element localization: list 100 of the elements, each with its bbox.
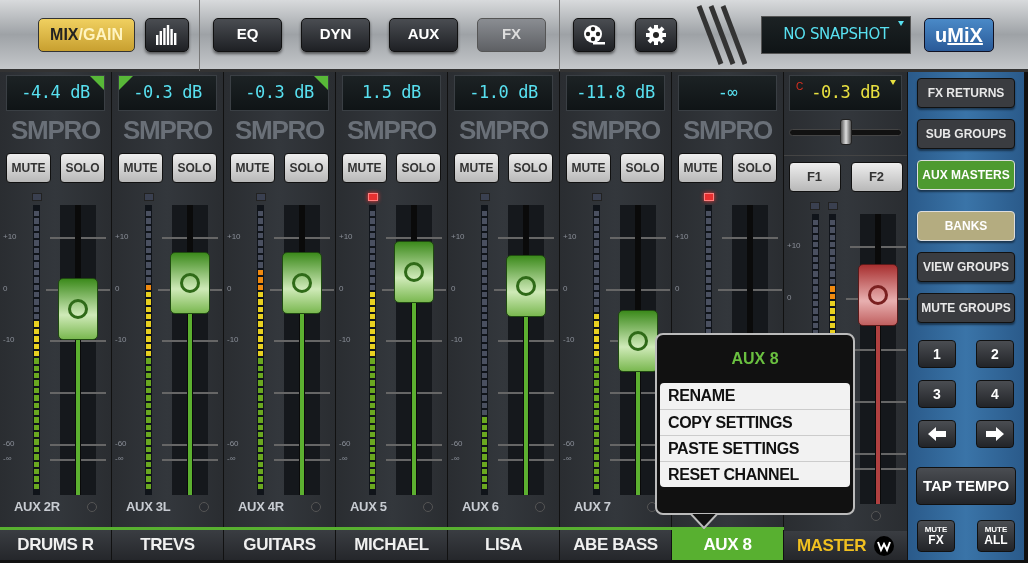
scale-label: -60: [227, 440, 239, 448]
fader-knob[interactable]: [170, 252, 210, 315]
mute-button[interactable]: MUTE: [566, 153, 611, 183]
meters-button[interactable]: [145, 17, 189, 52]
aux-label: AUX 4R: [238, 498, 284, 517]
mix-gain-button[interactable]: MIX/GAIN: [38, 17, 135, 52]
scale-label: -10: [563, 336, 575, 344]
group-button[interactable]: FX RETURNS: [917, 78, 1015, 108]
scale-label: 0: [227, 285, 232, 293]
group-button[interactable]: SUB GROUPS: [917, 119, 1015, 149]
fader-knob[interactable]: [394, 240, 434, 303]
solo-button[interactable]: SOLO: [284, 153, 329, 183]
right-arrow-icon: [986, 427, 1004, 441]
group-button[interactable]: VIEW GROUPS: [917, 252, 1015, 282]
scenes-button[interactable]: [573, 17, 615, 52]
level-readout: -0.3 dB: [811, 81, 880, 105]
bank-button[interactable]: 4: [976, 380, 1014, 408]
scale-label: -10: [339, 336, 351, 344]
scale-label: 0: [675, 285, 680, 293]
f2-button[interactable]: F2: [850, 162, 903, 192]
fader-knob[interactable]: [506, 255, 546, 318]
scale-label: +10: [227, 233, 241, 241]
scale-label: -60: [451, 440, 463, 448]
solo-button[interactable]: SOLO: [60, 153, 105, 183]
level-readout: -0.3 dB: [133, 81, 202, 105]
group-button[interactable]: MUTE GROUPS: [917, 293, 1015, 323]
clip-led: [828, 202, 838, 210]
level-readout: -1.0 dB: [469, 81, 538, 105]
scale-label: -60: [115, 440, 127, 448]
app-logo: uMiX: [924, 17, 994, 52]
scale-label: -10: [3, 336, 15, 344]
solo-button[interactable]: SOLO: [172, 153, 217, 183]
slash-lines-icon: [695, 3, 747, 66]
previous-button[interactable]: [918, 420, 956, 448]
dropdown-caret-icon: [890, 80, 896, 85]
popup-title: AUX 8: [731, 349, 779, 369]
brand-logo: SMPRO: [683, 113, 772, 147]
settings-button[interactable]: [635, 17, 677, 52]
channel-mark: C: [796, 80, 804, 94]
dropdown-caret-icon: [898, 20, 904, 26]
mute-button[interactable]: MUTE: [6, 153, 51, 183]
tap-tempo-button[interactable]: TAP TEMPO: [916, 467, 1016, 505]
fader-knob[interactable]: [618, 310, 658, 373]
view-tab[interactable]: EQ: [213, 17, 282, 52]
brand-logo: SMPRO: [347, 113, 436, 147]
scale-label: 0: [787, 294, 792, 302]
scale-label: -10: [451, 336, 463, 344]
scale-label: -∞: [227, 455, 236, 463]
scale-label: +10: [339, 233, 353, 241]
f1-button[interactable]: F1: [788, 162, 841, 192]
mute-button[interactable]: MUTE: [678, 153, 723, 183]
brand-logo: SMPRO: [123, 113, 212, 147]
clip-led: [810, 202, 820, 210]
level-readout: 1.5 dB: [362, 81, 421, 105]
channel-name-tab[interactable]: ABE BASS: [560, 530, 672, 560]
view-tab[interactable]: DYN: [301, 17, 370, 52]
channel-name-tab[interactable]: MICHAEL: [336, 530, 448, 560]
pan-knob[interactable]: [839, 119, 852, 145]
solo-button[interactable]: SOLO: [508, 153, 553, 183]
pan-slider[interactable]: [789, 119, 902, 145]
bank-button[interactable]: 3: [918, 380, 956, 408]
mute-fx-button[interactable]: MUTE FX: [917, 520, 955, 552]
menu-item[interactable]: RESET CHANNEL: [660, 461, 850, 487]
channel-name-tab[interactable]: DRUMS R: [0, 530, 112, 560]
channel-name-tab[interactable]: TREVS: [112, 530, 224, 560]
fader-knob[interactable]: [858, 264, 898, 327]
group-button[interactable]: AUX MASTERS: [917, 160, 1015, 190]
menu-item[interactable]: RENAME: [660, 383, 850, 409]
next-button[interactable]: [976, 420, 1014, 448]
mute-button[interactable]: MUTE: [118, 153, 163, 183]
fader-knob[interactable]: [58, 278, 98, 341]
snapshot-display[interactable]: NO SNAPSHOT: [761, 15, 911, 54]
channel-name-tab[interactable]: LISA: [448, 530, 560, 560]
scale-label: 0: [451, 285, 456, 293]
bar-graph-icon: [156, 24, 178, 45]
level-readout: -0.3 dB: [245, 81, 314, 105]
scale-label: -∞: [339, 455, 348, 463]
mute-button[interactable]: MUTE: [230, 153, 275, 183]
menu-item[interactable]: COPY SETTINGS: [660, 409, 850, 435]
solo-button[interactable]: SOLO: [620, 153, 665, 183]
mute-button[interactable]: MUTE: [454, 153, 499, 183]
scale-label: +10: [563, 233, 577, 241]
fader-knob[interactable]: [282, 252, 322, 315]
bank-button[interactable]: 2: [976, 340, 1014, 368]
scale-label: +10: [115, 233, 129, 241]
scale-label: -∞: [115, 455, 124, 463]
level-readout: -4.4 dB: [21, 81, 90, 105]
bank-button[interactable]: 1: [918, 340, 956, 368]
mute-button[interactable]: MUTE: [342, 153, 387, 183]
mute-all-button[interactable]: MUTE ALL: [977, 520, 1015, 552]
channel-name-tab[interactable]: GUITARS: [224, 530, 336, 560]
solo-button[interactable]: SOLO: [396, 153, 441, 183]
master-label: MASTER: [796, 534, 867, 557]
scale-label: -60: [563, 440, 575, 448]
scale-label: -∞: [563, 455, 572, 463]
solo-button[interactable]: SOLO: [732, 153, 777, 183]
scale-label: +10: [787, 242, 801, 250]
brand-logo: SMPRO: [11, 113, 100, 147]
view-tab[interactable]: AUX: [389, 17, 458, 52]
menu-item[interactable]: PASTE SETTINGS: [660, 435, 850, 461]
